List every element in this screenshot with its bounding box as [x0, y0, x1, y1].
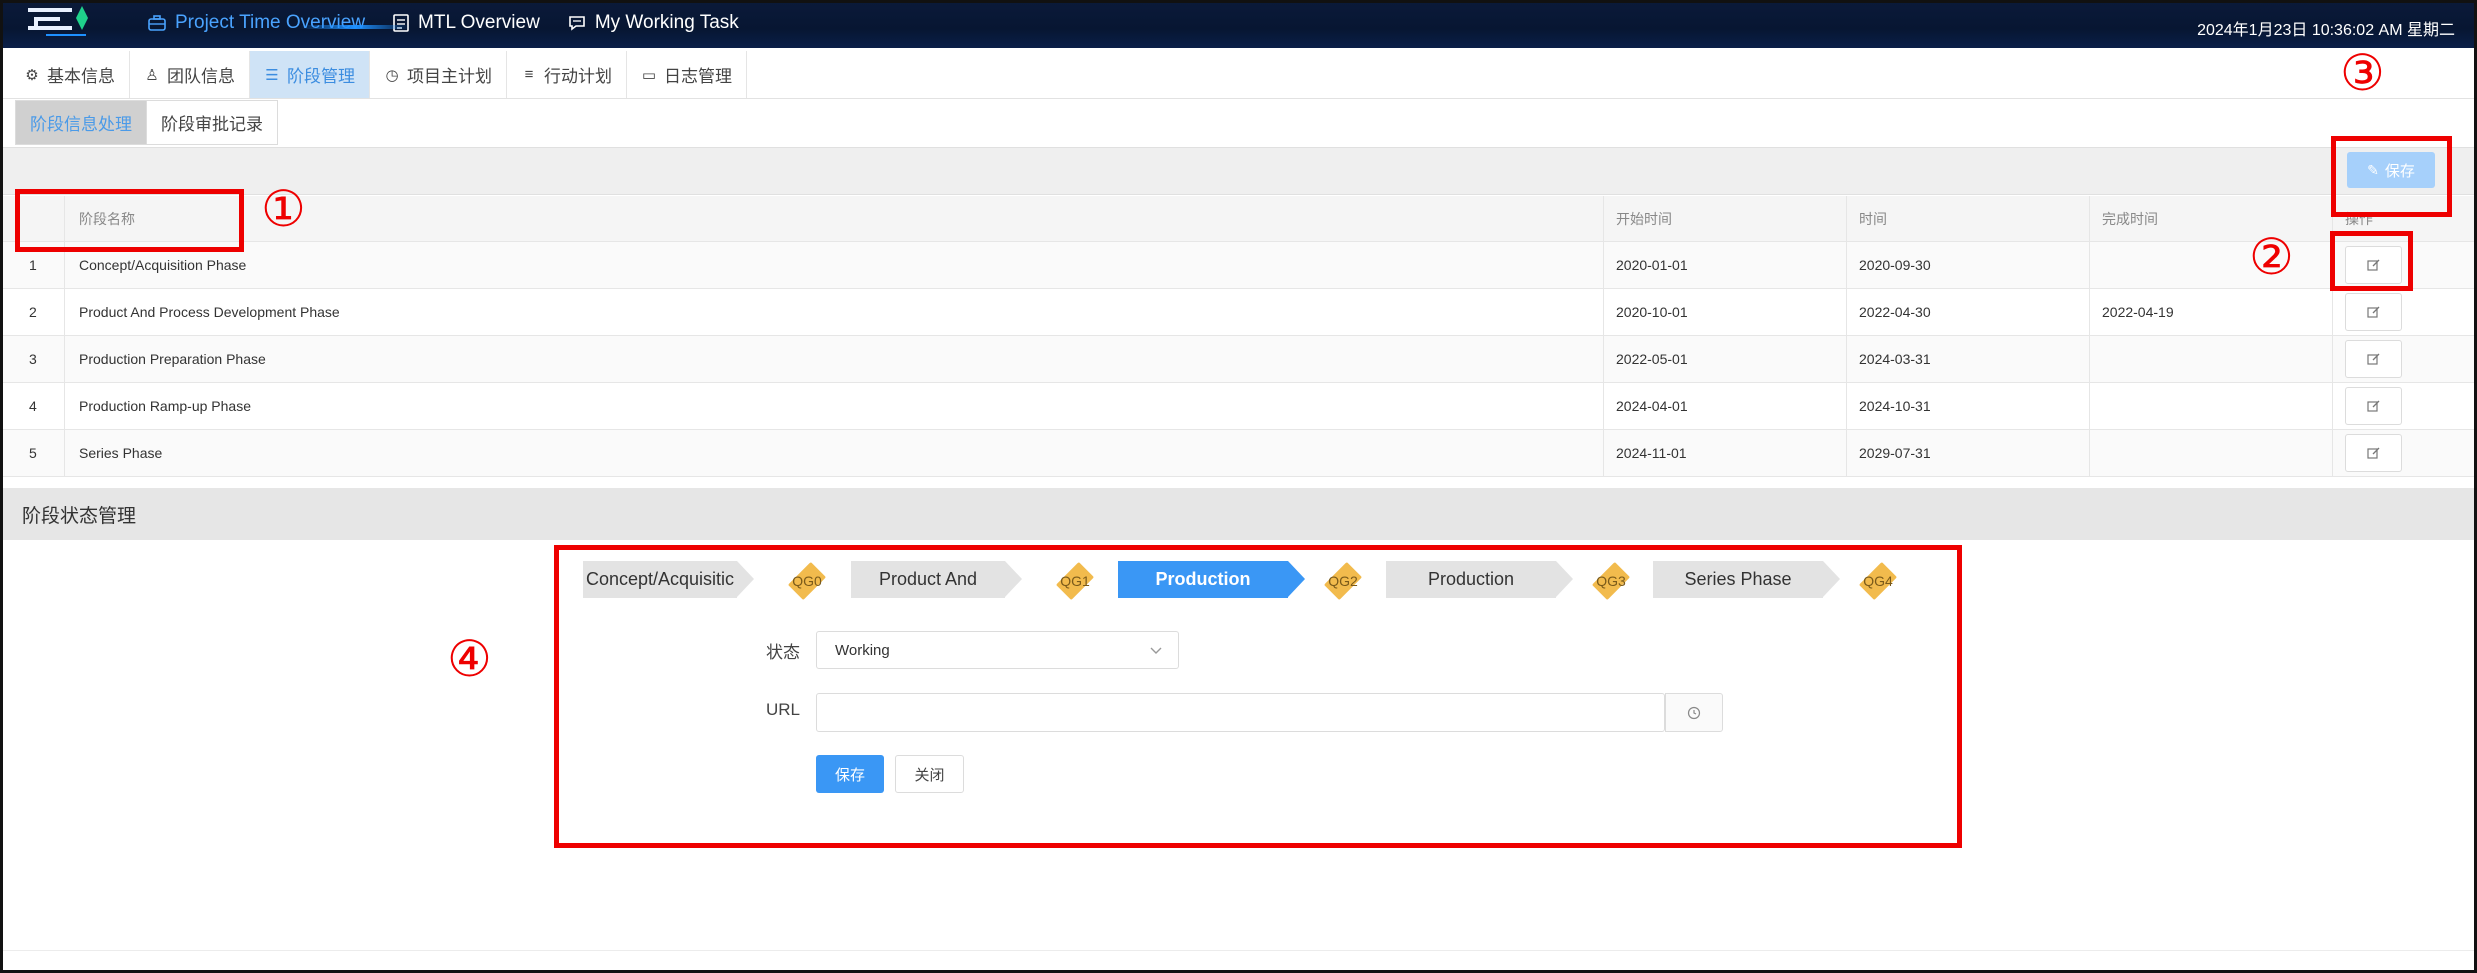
top-nav: Project Time Overview MTL Overview My Wo…	[134, 0, 753, 46]
edit-icon	[2367, 447, 2380, 459]
header-completion-date: 完成时间	[2090, 196, 2333, 241]
row-start-date: 2024-11-01	[1604, 430, 1847, 476]
table-row: 1 Concept/Acquisition Phase 2020-01-01 2…	[3, 242, 2474, 289]
row-phase-name: Series Phase	[65, 430, 1604, 476]
tab-label: 基本信息	[47, 67, 115, 86]
header-end-date: 时间	[1847, 196, 2090, 241]
edit-row-button[interactable]	[2345, 293, 2402, 331]
row-phase-name: Production Ramp-up Phase	[65, 383, 1604, 429]
table-row: 3 Production Preparation Phase 2022-05-0…	[3, 336, 2474, 383]
row-end-date: 2024-10-31	[1847, 383, 2090, 429]
tab-action-plan[interactable]: ≡ 行动计划	[507, 51, 627, 98]
annotation-box-3	[2331, 136, 2452, 217]
header-start-date: 开始时间	[1604, 196, 1847, 241]
annotation-marker-2: ②	[2249, 228, 2294, 286]
tab-label: 日志管理	[664, 67, 732, 86]
row-actions	[2333, 289, 2474, 335]
nav-mtl-overview[interactable]: MTL Overview	[379, 0, 554, 46]
clock-icon: ◷	[385, 66, 399, 84]
row-start-date: 2022-05-01	[1604, 336, 1847, 382]
row-actions	[2333, 383, 2474, 429]
row-end-date: 2022-04-30	[1847, 289, 2090, 335]
row-start-date: 2024-04-01	[1604, 383, 1847, 429]
list-icon: ☰	[265, 66, 279, 84]
tab-phase-info-processing[interactable]: 阶段信息处理	[15, 100, 147, 145]
row-num: 3	[3, 336, 65, 382]
row-actions	[2333, 430, 2474, 476]
row-start-date: 2020-01-01	[1604, 242, 1847, 288]
table-row: 2 Product And Process Development Phase …	[3, 289, 2474, 336]
row-end-date: 2020-09-30	[1847, 242, 2090, 288]
annotation-marker-3: ③	[2340, 44, 2385, 102]
edit-row-button[interactable]	[2345, 387, 2402, 425]
table-header: 阶段名称 开始时间 时间 完成时间 操作	[3, 196, 2474, 242]
annotation-box-2	[2330, 231, 2413, 291]
divider	[3, 98, 2474, 99]
section-title: 阶段状态管理	[3, 488, 2474, 540]
row-num: 5	[3, 430, 65, 476]
card-icon: ▭	[641, 66, 657, 84]
annotation-marker-1: ①	[261, 180, 306, 238]
briefcase-icon	[148, 15, 166, 31]
row-completion-date	[2090, 383, 2333, 429]
secondary-tabs: 阶段信息处理 阶段审批记录	[15, 100, 278, 145]
gear-icon: ⚙	[25, 66, 39, 84]
row-actions	[2333, 336, 2474, 382]
row-num: 2	[3, 289, 65, 335]
tab-log-management[interactable]: ▭ 日志管理	[627, 51, 747, 98]
row-phase-name: Concept/Acquisition Phase	[65, 242, 1604, 288]
tab-label: 项目主计划	[407, 67, 492, 86]
row-end-date: 2024-03-31	[1847, 336, 2090, 382]
tab-label: 阶段管理	[287, 67, 355, 86]
table-row: 4 Production Ramp-up Phase 2024-04-01 20…	[3, 383, 2474, 430]
annotation-box-4	[554, 545, 1962, 848]
nav-label: My Working Task	[594, 12, 739, 33]
chat-icon	[569, 16, 585, 31]
row-end-date: 2029-07-31	[1847, 430, 2090, 476]
tab-team-info[interactable]: ♙ 团队信息	[130, 51, 250, 98]
annotation-marker-4: ④	[447, 630, 492, 688]
primary-tabs: ⚙ 基本信息 ♙ 团队信息 ☰ 阶段管理 ◷ 项目主计划 ≡ 行动计划 ▭ 日志管理	[10, 51, 747, 98]
menu-icon: ≡	[524, 66, 534, 83]
edit-row-button[interactable]	[2345, 434, 2402, 472]
row-completion-date	[2090, 336, 2333, 382]
tab-master-plan[interactable]: ◷ 项目主计划	[370, 51, 507, 98]
edit-icon	[2367, 400, 2380, 412]
top-bar: Project Time Overview MTL Overview My Wo…	[0, 0, 2477, 48]
row-completion-date	[2090, 430, 2333, 476]
nav-project-time-overview[interactable]: Project Time Overview	[134, 0, 379, 46]
annotation-box-1	[15, 189, 244, 252]
edit-row-button[interactable]	[2345, 340, 2402, 378]
tab-label: 团队信息	[167, 67, 235, 86]
row-completion-date	[2090, 242, 2333, 288]
row-num: 4	[3, 383, 65, 429]
row-completion-date: 2022-04-19	[2090, 289, 2333, 335]
nav-label: MTL Overview	[418, 12, 540, 33]
tab-phase-approval-records[interactable]: 阶段审批记录	[147, 100, 278, 145]
edit-icon	[2367, 353, 2380, 365]
datetime-display: 2024年1月23日 10:36:02 AM 星期二	[2197, 22, 2455, 39]
phase-table: 阶段名称 开始时间 时间 完成时间 操作 1 Concept/Acquisiti…	[3, 196, 2474, 477]
nav-label: Project Time Overview	[175, 12, 366, 33]
tab-phase-management[interactable]: ☰ 阶段管理	[250, 51, 370, 98]
divider	[3, 950, 2474, 951]
row-phase-name: Product And Process Development Phase	[65, 289, 1604, 335]
edit-icon	[2367, 306, 2380, 318]
row-phase-name: Production Preparation Phase	[65, 336, 1604, 382]
tab-label: 行动计划	[544, 67, 612, 86]
active-nav-indicator	[300, 25, 410, 29]
document-icon	[393, 14, 409, 32]
tab-basic-info[interactable]: ⚙ 基本信息	[10, 51, 130, 98]
user-icon: ♙	[145, 66, 159, 84]
nav-my-working-task[interactable]: My Working Task	[554, 0, 753, 46]
app-logo	[28, 6, 88, 36]
toolbar	[3, 147, 2474, 195]
table-row: 5 Series Phase 2024-11-01 2029-07-31	[3, 430, 2474, 477]
row-start-date: 2020-10-01	[1604, 289, 1847, 335]
